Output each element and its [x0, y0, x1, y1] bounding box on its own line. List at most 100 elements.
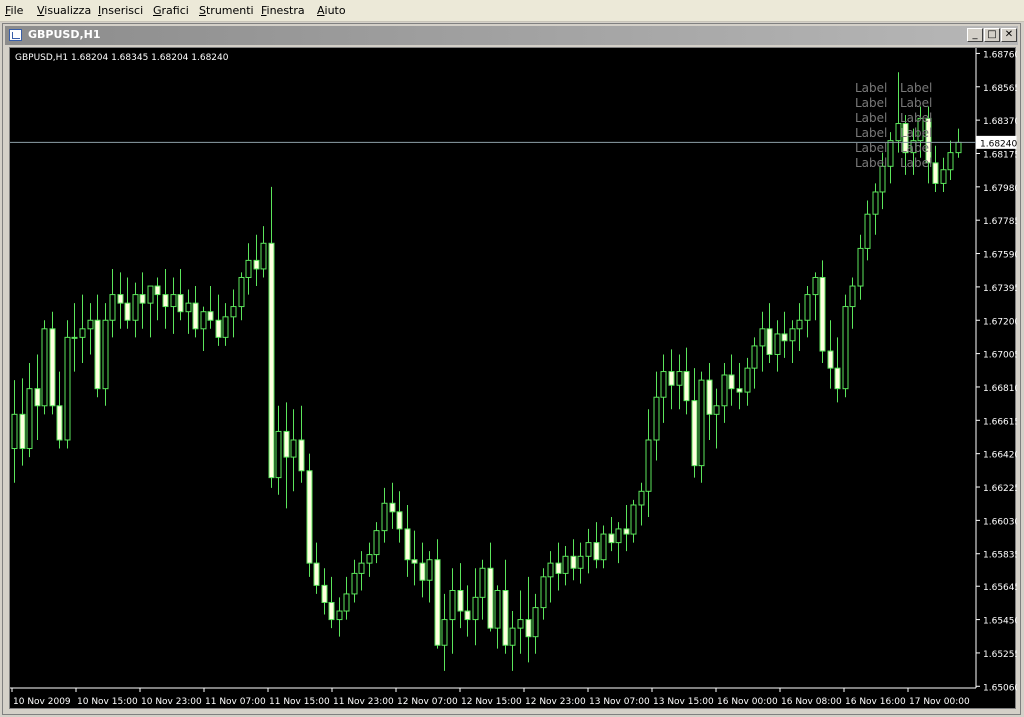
candle-body [102, 319, 109, 390]
candle-body [940, 169, 947, 184]
x-tick-label: 16 Nov 00:00 [717, 697, 778, 707]
candle-body [472, 596, 479, 621]
menu-strumenti[interactable]: Strumenti [199, 4, 254, 17]
y-tick-label: 1.68370 [983, 117, 1017, 127]
candle-body [668, 371, 675, 386]
candle-body [464, 610, 471, 621]
candle-body [509, 627, 516, 646]
chart-label-object: Label [855, 141, 887, 155]
candle-body [494, 590, 501, 629]
candle-body [479, 567, 486, 598]
window-title: GBPUSD,H1 [28, 28, 101, 41]
candle-body [215, 319, 222, 338]
chart-window-icon[interactable] [9, 29, 22, 41]
chart-label-object: Label [900, 156, 932, 170]
x-tick-label: 17 Nov 00:00 [909, 697, 970, 707]
close-button[interactable]: ✕ [1001, 28, 1017, 42]
minimize-button[interactable]: _ [967, 28, 983, 42]
chart-label-object: Label [855, 111, 887, 125]
menu-file[interactable]: File [5, 4, 23, 17]
x-tick-label: 10 Nov 15:00 [77, 697, 138, 707]
candle-body [555, 562, 562, 574]
menu-visualizza[interactable]: Visualizza [37, 4, 91, 17]
y-tick-label: 1.66420 [983, 451, 1017, 461]
candle-body [728, 374, 735, 390]
candle-body [260, 242, 267, 270]
candle-body [19, 413, 26, 450]
menu-finestra[interactable]: Finestra [261, 4, 305, 17]
chart-info-text: GBPUSD,H1 1.68204 1.68345 1.68204 1.6824… [15, 53, 229, 63]
y-tick-label: 1.68175 [983, 150, 1017, 160]
menu-inserisci[interactable]: Inserisci [98, 4, 143, 17]
chart-canvas[interactable]: 1.68760 1.68565 1.68370 1.68175 1.67980 1.677… [10, 48, 1017, 710]
menu-grafici[interactable]: Grafici [153, 4, 189, 17]
candle-body [207, 311, 214, 321]
menu-aiuto[interactable]: Aiuto [317, 4, 346, 17]
candle-body [132, 294, 139, 321]
candle-body [676, 371, 683, 386]
candle-body [230, 306, 237, 318]
candle-body [441, 619, 448, 646]
candle-body [547, 562, 554, 578]
x-tick-label: 10 Nov 23:00 [141, 697, 202, 707]
y-tick-label: 1.67200 [983, 317, 1017, 327]
price-chart[interactable]: 1.68760 1.68565 1.68370 1.68175 1.67980 1.677… [9, 47, 1017, 710]
candle-body [691, 400, 698, 467]
candle-body [955, 141, 962, 154]
candle-body [124, 302, 131, 321]
candle-body [56, 405, 63, 441]
candle-body [502, 590, 509, 646]
candle-body [87, 319, 94, 330]
candle-body [562, 555, 569, 574]
candle-body [947, 152, 954, 171]
candle-body [774, 333, 781, 355]
candle-body [411, 559, 418, 564]
candle-body [396, 511, 403, 530]
candle-body [343, 593, 350, 612]
window-titlebar[interactable]: GBPUSD,H1 _ □ ✕ [5, 26, 1018, 45]
candle-body [849, 285, 856, 308]
y-tick-label: 1.68760 [983, 50, 1017, 60]
chart-label-object: Label [855, 156, 887, 170]
candle-body [660, 371, 667, 398]
y-tick-label: 1.65450 [983, 617, 1017, 627]
candle-body [192, 302, 199, 330]
chart-label-object: Label [900, 141, 932, 155]
candle-body [827, 350, 834, 369]
candle-body [698, 379, 705, 467]
x-tick-label: 13 Nov 07:00 [589, 697, 650, 707]
x-tick-label: 11 Nov 15:00 [269, 697, 330, 707]
candle-body [419, 562, 426, 581]
candle-body [71, 336, 78, 339]
x-tick-label: 11 Nov 23:00 [333, 697, 394, 707]
candle-body [79, 328, 86, 338]
y-tick-label: 1.66615 [983, 417, 1017, 427]
y-tick-label: 1.66810 [983, 384, 1017, 394]
maximize-button[interactable]: □ [984, 28, 1000, 42]
x-tick-label: 12 Nov 23:00 [525, 697, 586, 707]
candle-body [268, 242, 275, 479]
candle-body [283, 430, 290, 458]
candle-body [744, 367, 751, 393]
candle-body [804, 294, 811, 321]
chart-label-object: Label [855, 126, 887, 140]
candle-body [109, 294, 116, 321]
x-tick-label: 13 Nov 15:00 [653, 697, 714, 707]
candle-body [887, 140, 894, 167]
candle-body [872, 191, 879, 215]
candle-body [532, 607, 539, 638]
candle-body [358, 562, 365, 574]
x-tick-label: 16 Nov 16:00 [845, 697, 906, 707]
candle-body [313, 562, 320, 586]
candle-body [11, 413, 18, 450]
chart-label-object: Label [900, 111, 932, 125]
candle-body [222, 316, 229, 338]
candle-body [404, 528, 411, 561]
candle-body [796, 319, 803, 330]
candle-body [117, 294, 124, 304]
y-tick-label: 1.65645 [983, 583, 1017, 593]
x-tick-label: 12 Nov 07:00 [397, 697, 458, 707]
candle-body [49, 328, 56, 407]
candle-body [623, 528, 630, 535]
candle-body [26, 388, 33, 450]
